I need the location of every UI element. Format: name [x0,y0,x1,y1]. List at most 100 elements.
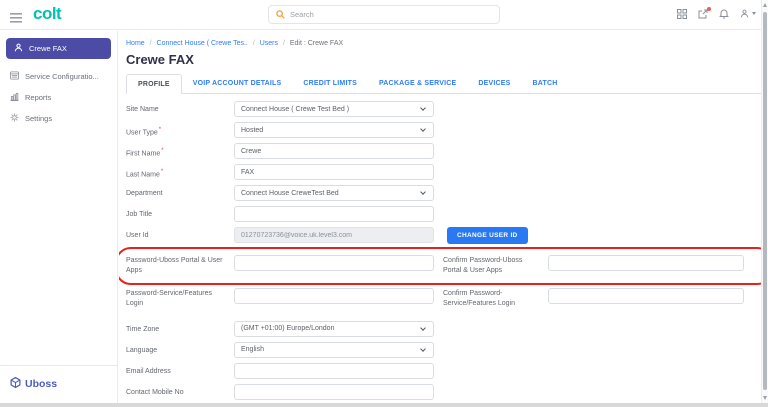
top-bar: colt [0,0,768,30]
form-row-site-name: Site Name Connect House ( Crewe Test Bed… [126,101,761,117]
global-search[interactable] [268,5,500,24]
main-content: Home / Connect House ( Crewe Tes.. / Use… [119,31,761,407]
tab-bar: PROFILE VOIP ACCOUNT DETAILS CREDIT LIMI… [126,74,761,94]
scrollbar-down-arrow[interactable] [763,396,767,400]
sidebar-item-service-configuration[interactable]: Service Configuratio... [0,66,117,87]
breadcrumb-separator: / [150,40,152,47]
chevron-down-icon [420,126,426,132]
department-value: Connect House CreweTest Bed [241,190,339,197]
site-name-select[interactable]: Connect House ( Crewe Test Bed ) [234,101,434,117]
chevron-down-icon [420,105,426,111]
chevron-down-icon [420,346,426,352]
contact-mobile-label: Contact Mobile No [126,384,234,398]
email-label: Email Address [126,363,234,377]
sidebar-item-label: Crewe FAX [29,44,67,53]
chevron-down-icon [752,12,756,15]
form-row-language: Language English [126,342,761,358]
window-bottom-edge [0,403,768,407]
breadcrumb-home[interactable]: Home [126,40,145,47]
password-service-input[interactable] [234,288,434,304]
time-zone-value: (GMT +01:00) Europe/London [241,325,334,332]
search-input[interactable] [290,10,492,19]
department-select[interactable]: Connect House CreweTest Bed [234,185,434,201]
tab-voip-account-details[interactable]: VOIP ACCOUNT DETAILS [182,74,293,93]
email-input[interactable] [234,363,434,379]
gear-icon [10,113,19,124]
bell-icon[interactable] [719,8,729,19]
tab-profile[interactable]: PROFILE [126,74,182,94]
sidebar-item-reports[interactable]: Reports [0,87,117,108]
search-icon [276,6,285,24]
first-name-input[interactable] [234,143,434,159]
required-mark: * [161,169,163,175]
scrollbar-up-arrow[interactable] [763,3,767,7]
confirm-password-portal-label: Confirm Password-Uboss Portal & User App… [443,255,548,276]
language-select[interactable]: English [234,342,434,358]
breadcrumb-users[interactable]: Users [260,40,278,47]
tab-credit-limits[interactable]: CREDIT LIMITS [292,74,368,93]
form-row-user-type: User Type* Hosted [126,122,761,138]
form-row-email: Email Address [126,363,761,379]
form-row-contact-mobile: Contact Mobile No [126,384,761,400]
change-user-id-button[interactable]: CHANGE USER ID [447,227,528,244]
confirm-password-portal-input[interactable] [548,255,744,271]
sidebar: Crewe FAX Service Configuratio... Report… [0,31,118,407]
password-portal-input[interactable] [234,255,434,271]
uboss-cube-icon [10,375,21,393]
form-row-passwords-service: Password-Service/Features Login Confirm … [126,288,761,309]
scrollbar-thumb[interactable] [763,12,767,390]
time-zone-label: Time Zone [126,321,234,335]
sidebar-footer: Uboss [0,365,117,403]
vertical-scrollbar[interactable] [761,0,768,407]
apps-grid-icon[interactable] [677,9,687,19]
department-label: Department [126,185,234,199]
time-zone-select[interactable]: (GMT +01:00) Europe/London [234,321,434,337]
job-title-label: Job Title [126,206,234,220]
uboss-logo: Uboss [25,378,57,390]
confirm-password-service-label: Confirm Password-Service/Features Login [443,288,548,309]
user-icon [14,43,23,54]
user-id-input [234,227,434,243]
breadcrumb-current: Edit : Crewe FAX [290,40,343,47]
colt-logo: colt [33,4,61,24]
sidebar-item-label: Settings [25,114,52,123]
form-row-first-name: First Name* [126,143,761,159]
form-row-department: Department Connect House CreweTest Bed [126,185,761,201]
password-service-label: Password-Service/Features Login [126,288,234,309]
breadcrumb-site[interactable]: Connect House ( Crewe Tes.. [157,40,248,47]
form-row-user-id: User Id CHANGE USER ID [126,227,761,244]
user-type-value: Hosted [241,127,263,134]
confirm-password-service-input[interactable] [548,288,744,304]
hamburger-menu-icon[interactable] [10,10,22,28]
chevron-down-icon [420,325,426,331]
service-config-icon [10,71,19,82]
tab-batch[interactable]: BATCH [522,74,569,93]
required-mark: * [161,148,163,154]
user-menu[interactable] [740,9,756,18]
top-icons [677,8,756,19]
tab-devices[interactable]: DEVICES [467,74,521,93]
form-row-job-title: Job Title [126,206,761,222]
user-type-select[interactable]: Hosted [234,122,434,138]
first-name-label: First Name* [126,143,234,159]
site-name-label: Site Name [126,101,234,115]
external-link-icon[interactable] [698,9,708,19]
page-title: Crewe FAX [126,52,761,67]
chevron-down-icon [420,190,426,196]
last-name-label: Last Name* [126,164,234,180]
last-name-input[interactable] [234,164,434,180]
required-mark: * [159,127,161,133]
tab-package-service[interactable]: PACKAGE & SERVICE [368,74,467,93]
job-title-input[interactable] [234,206,434,222]
form-row-passwords-uboss: Password-Uboss Portal & User Apps Confir… [126,255,761,276]
user-id-label: User Id [126,227,234,241]
sidebar-item-crewe-fax[interactable]: Crewe FAX [6,38,111,59]
notification-dot [707,7,711,11]
breadcrumb: Home / Connect House ( Crewe Tes.. / Use… [126,40,761,47]
breadcrumb-separator: / [283,40,285,47]
sidebar-item-settings[interactable]: Settings [0,108,117,129]
language-label: Language [126,342,234,356]
sidebar-item-label: Reports [25,93,51,102]
contact-mobile-input[interactable] [234,384,434,400]
user-type-label: User Type* [126,122,234,138]
